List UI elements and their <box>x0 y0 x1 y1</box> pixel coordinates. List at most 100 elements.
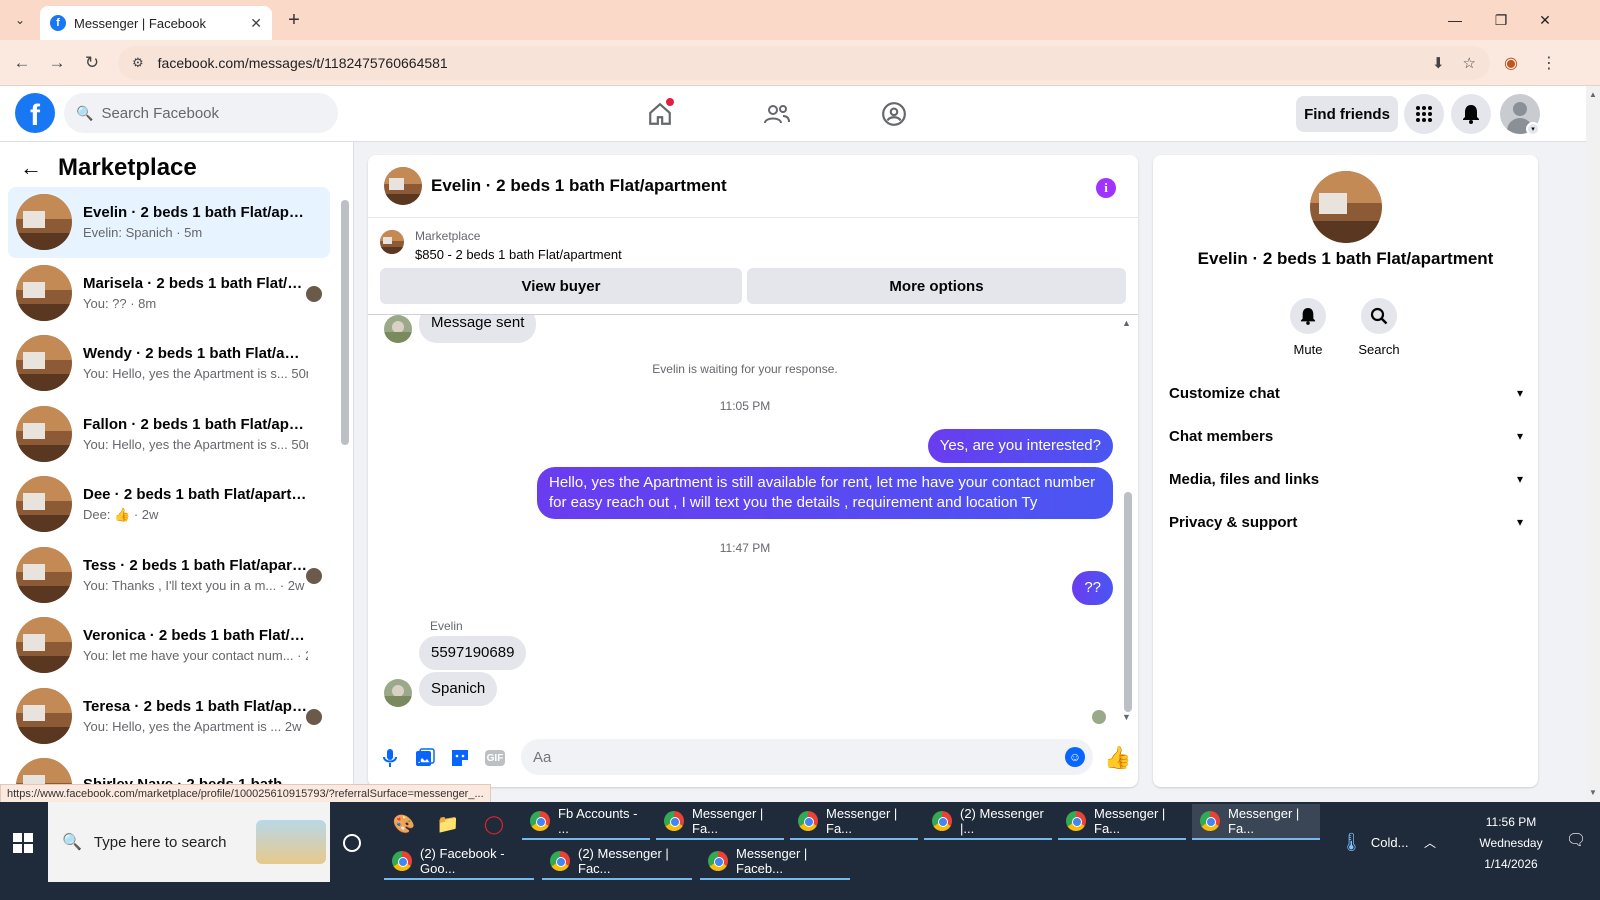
site-info-icon[interactable]: ⚙ <box>132 55 144 71</box>
taskbar-window-button[interactable]: Messenger | Fa... <box>1192 804 1320 840</box>
mute-button[interactable]: Mute <box>1273 298 1343 357</box>
page-scrollbar[interactable]: ▲ ▼ <box>1586 86 1600 802</box>
address-bar-row: ← → ↻ ⚙ facebook.com/messages/t/11824757… <box>0 40 1600 86</box>
url-text[interactable]: facebook.com/messages/t/1182475760664581 <box>158 55 1414 71</box>
profile-icon[interactable]: ◉ <box>1500 52 1522 74</box>
message-input[interactable] <box>521 739 1093 775</box>
media-files-links-section[interactable]: Media, files and links ▾ <box>1169 459 1523 499</box>
conversation-item[interactable]: Wendy · 2 beds 1 bath Flat/apart... You: … <box>8 328 330 399</box>
back-arrow-icon[interactable]: ← <box>10 51 34 75</box>
emoji-icon[interactable]: ☺ <box>1065 747 1085 767</box>
menu-grid-icon[interactable] <box>1404 94 1444 134</box>
search-in-conversation-button[interactable]: Search <box>1344 298 1414 357</box>
read-receipt-avatar <box>306 567 322 584</box>
conversation-name: Veronica · 2 beds 1 bath Flat/apa... <box>83 627 308 645</box>
mute-label: Mute <box>1293 342 1323 357</box>
taskbar-window-button[interactable]: (2) Messenger | Fac... <box>542 844 692 880</box>
search-highlight-image <box>256 820 326 864</box>
new-tab-button[interactable]: + <box>282 8 306 32</box>
taskbar-window-button[interactable]: (2) Facebook - Goo... <box>384 844 534 880</box>
conversation-name: Teresa · 2 beds 1 bath Flat/apa... <box>83 697 308 715</box>
tab-search-chevron-icon[interactable]: ⌄ <box>8 8 32 32</box>
url-omnibox[interactable]: ⚙ facebook.com/messages/t/11824757606645… <box>118 46 1490 80</box>
listing-thumbnail <box>16 335 72 392</box>
listing-thumbnail <box>16 264 72 321</box>
message-thread-scrollbar[interactable] <box>1124 492 1132 712</box>
facebook-search-input[interactable]: 🔍 Search Facebook <box>64 93 338 133</box>
like-thumb-icon[interactable]: 👍 <box>1104 745 1131 771</box>
notifications-bell-icon[interactable] <box>1451 94 1491 134</box>
listing-thumbnail[interactable] <box>384 167 422 205</box>
conversation-name: Tess · 2 beds 1 bath Flat/apart... <box>83 556 308 574</box>
conversation-item[interactable]: Marisela · 2 beds 1 bath Flat/a... You: ?… <box>8 258 330 329</box>
thermometer-icon: 🌡 <box>1340 831 1363 852</box>
forward-arrow-icon[interactable]: → <box>45 51 69 75</box>
account-chevron-icon[interactable]: ▾ <box>1526 122 1540 136</box>
conversation-item[interactable]: Teresa · 2 beds 1 bath Flat/apa... You: H… <box>8 681 330 752</box>
windows-taskbar: 🔍 Type here to search 🎨 📁 ◯ Fb Accounts … <box>0 802 1600 900</box>
opera-browser-icon[interactable]: ◯ <box>478 808 510 840</box>
taskbar-window-button[interactable]: Messenger | Fa... <box>1058 804 1186 840</box>
tab-close-icon[interactable]: ✕ <box>250 15 262 32</box>
weather-widget[interactable]: 🌡 Cold... <box>1340 802 1408 882</box>
task-view-icon[interactable] <box>343 834 361 852</box>
taskbar-window-button[interactable]: (2) Messenger |... <box>924 804 1052 840</box>
windows-start-icon[interactable] <box>10 830 36 856</box>
back-arrow-icon[interactable]: ← <box>20 155 42 181</box>
privacy-support-section[interactable]: Privacy & support ▾ <box>1169 502 1523 542</box>
customize-chat-section[interactable]: Customize chat ▾ <box>1169 373 1523 413</box>
paint-app-icon[interactable]: 🎨 <box>388 808 420 840</box>
taskbar-window-title: Messenger | Fa... <box>826 806 898 836</box>
page-scroll-up-icon[interactable]: ▲ <box>1589 90 1597 99</box>
info-icon[interactable]: i <box>1096 178 1116 198</box>
chat-title[interactable]: Evelin · 2 beds 1 bath Flat/apartment <box>431 176 727 196</box>
restore-icon[interactable]: ❐ <box>1478 6 1524 34</box>
groups-icon[interactable] <box>876 96 912 132</box>
home-icon[interactable] <box>642 96 678 132</box>
page-scroll-down-icon[interactable]: ▼ <box>1589 788 1597 797</box>
friends-icon[interactable] <box>759 96 795 132</box>
action-center-icon[interactable]: 🗨 <box>1566 830 1588 852</box>
sender-avatar[interactable] <box>384 315 412 343</box>
taskbar-window-button[interactable]: Messenger | Fa... <box>790 804 918 840</box>
section-label: Customize chat <box>1169 384 1280 402</box>
scroll-up-arrow-icon[interactable]: ▲ <box>1122 318 1131 328</box>
window-close-icon[interactable]: ✕ <box>1522 6 1568 34</box>
listing-photo[interactable] <box>1310 171 1382 243</box>
sender-avatar[interactable] <box>384 679 412 707</box>
photo-attach-icon[interactable] <box>414 747 436 769</box>
scroll-down-arrow-icon[interactable]: ▼ <box>1122 712 1131 722</box>
file-explorer-icon[interactable]: 📁 <box>432 808 464 840</box>
conversation-item[interactable]: Dee · 2 beds 1 bath Flat/apartm... Dee: 👍… <box>8 469 330 540</box>
search-label: Search <box>1358 342 1400 357</box>
find-friends-button[interactable]: Find friends <box>1296 96 1398 132</box>
minimize-icon[interactable]: — <box>1432 6 1478 34</box>
facebook-top-nav: f 🔍 Search Facebook Find friends ▾ <box>0 86 1586 142</box>
browser-tab[interactable]: f Messenger | Facebook ✕ <box>40 6 272 40</box>
more-options-button[interactable]: More options <box>747 268 1126 304</box>
conversation-preview: You: ?? · 8m <box>83 295 157 311</box>
reload-icon[interactable]: ↻ <box>80 51 104 75</box>
taskbar-window-button[interactable]: Messenger | Fa... <box>656 804 784 840</box>
conversation-item[interactable]: Evelin · 2 beds 1 bath Flat/apart... Evel… <box>8 187 330 258</box>
tray-chevron-up-icon[interactable]: ︿ <box>1424 802 1436 882</box>
view-buyer-button[interactable]: View buyer <box>380 268 742 304</box>
microphone-icon[interactable] <box>379 747 401 769</box>
browser-menu-icon[interactable]: ⋮ <box>1538 52 1560 74</box>
taskbar-search-box[interactable]: 🔍 Type here to search <box>48 802 330 882</box>
conversation-list-scrollbar[interactable] <box>341 200 349 445</box>
chat-members-section[interactable]: Chat members ▾ <box>1169 416 1523 456</box>
facebook-logo-icon[interactable]: f <box>15 93 55 133</box>
taskbar-window-button[interactable]: Messenger | Faceb... <box>700 844 850 880</box>
gif-icon[interactable]: GIF <box>485 750 505 766</box>
system-clock[interactable]: 11:56 PM Wednesday 1/14/2026 <box>1456 812 1566 875</box>
sticker-icon[interactable] <box>449 747 471 769</box>
install-app-icon[interactable]: ⬇ <box>1432 54 1445 72</box>
conversation-item[interactable]: Tess · 2 beds 1 bath Flat/apart... You: T… <box>8 540 330 611</box>
message-thread: Message sent Evelin is waiting for your … <box>368 315 1138 727</box>
conversation-item[interactable]: Veronica · 2 beds 1 bath Flat/apa... You:… <box>8 610 330 681</box>
conversation-item[interactable]: Fallon · 2 beds 1 bath Flat/apart... You:… <box>8 399 330 470</box>
listing-title[interactable]: $850 - 2 beds 1 bath Flat/apartment <box>415 247 622 262</box>
bookmark-star-icon[interactable]: ☆ <box>1463 54 1476 72</box>
taskbar-window-button[interactable]: Fb Accounts - ... <box>522 804 650 840</box>
